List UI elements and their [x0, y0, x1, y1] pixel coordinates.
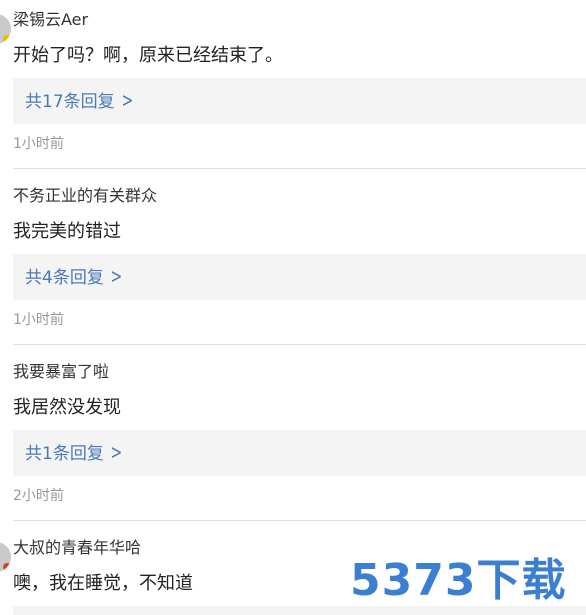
- replies-count-label: 共4条回复: [25, 268, 104, 288]
- comment-time: 2小时前: [13, 488, 64, 504]
- view-replies-button[interactable]: 共4条回复 >: [13, 254, 586, 300]
- chevron-right-icon: >: [121, 88, 133, 112]
- replies-panel-partial[interactable]: [13, 606, 586, 615]
- view-replies-button[interactable]: 共1条回复 >: [13, 430, 586, 476]
- chevron-right-icon: >: [110, 440, 123, 464]
- chevron-right-icon: >: [110, 264, 123, 288]
- comment-item: 我要暴富了啦 我居然没发现 共1条回复 > 2小时前: [0, 352, 586, 528]
- divider: [13, 168, 586, 169]
- comment-text: 我居然没发现: [13, 397, 121, 418]
- comment-text: 我完美的错过: [13, 221, 121, 242]
- view-replies-button[interactable]: 共17条回复 >: [13, 78, 586, 124]
- comment-username[interactable]: 大叔的青春年华哈: [13, 537, 141, 559]
- comment-item: 不务正业的有关群众 我完美的错过 共4条回复 > 1小时前: [0, 176, 586, 352]
- replies-count-label: 共1条回复: [25, 444, 104, 464]
- comment-text: 开始了吗？啊，原来已经结束了。: [13, 45, 283, 66]
- replies-count-label: 共17条回复: [25, 92, 115, 112]
- divider: [13, 520, 586, 521]
- comment-time: 1小时前: [13, 136, 64, 152]
- avatar[interactable]: [0, 14, 11, 44]
- watermark-logo: 5373下载: [350, 555, 567, 606]
- comment-text: 噢，我在睡觉，不知道: [13, 573, 193, 594]
- vip-badge-icon: [3, 35, 11, 43]
- comment-item: 梁锡云Aer 开始了吗？啊，原来已经结束了。 共17条回复 > 1小时前: [0, 0, 586, 176]
- avatar[interactable]: [0, 542, 11, 572]
- comment-username[interactable]: 梁锡云Aer: [13, 9, 88, 31]
- divider: [13, 344, 586, 345]
- comment-username[interactable]: 不务正业的有关群众: [13, 185, 157, 207]
- vip-badge-icon: [3, 563, 11, 571]
- comment-username[interactable]: 我要暴富了啦: [13, 361, 109, 383]
- comment-time: 1小时前: [13, 312, 64, 328]
